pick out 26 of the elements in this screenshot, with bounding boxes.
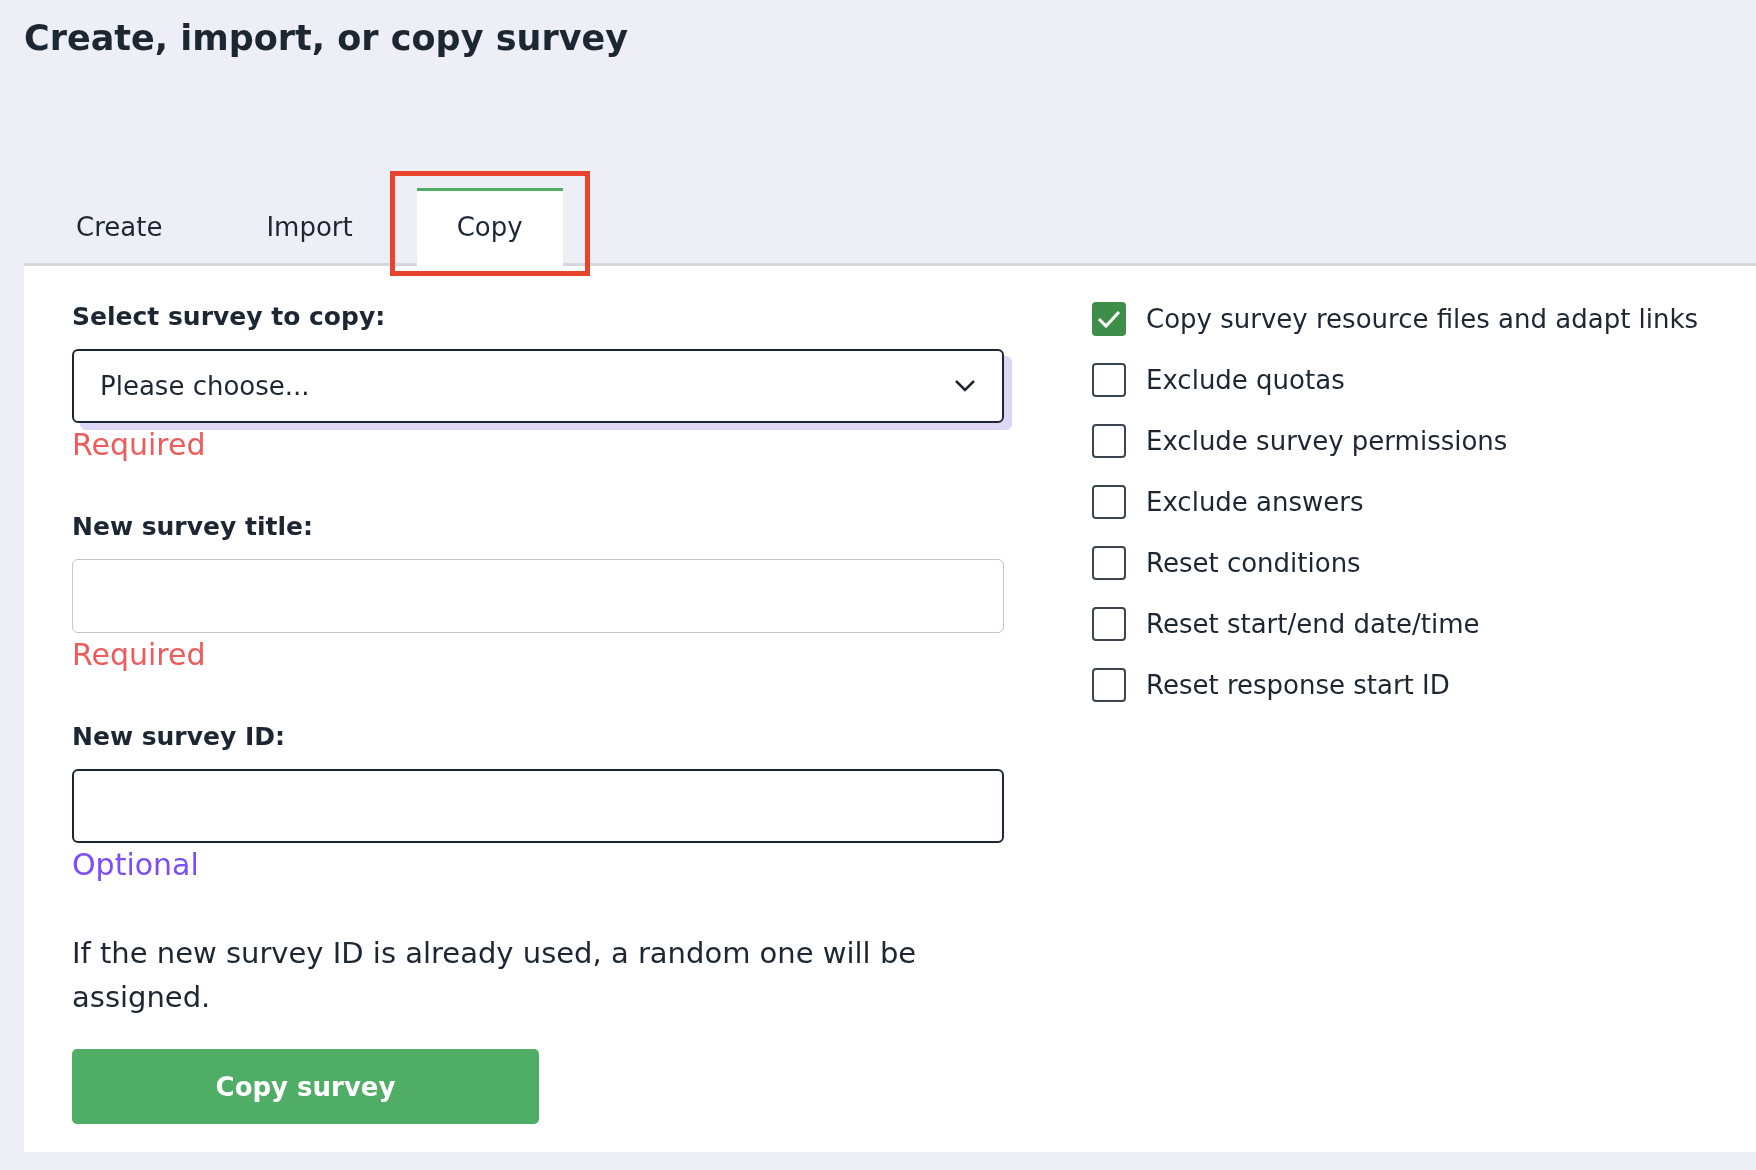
option-label: Exclude survey permissions xyxy=(1146,426,1508,456)
chevron-down-icon xyxy=(954,379,976,393)
field-hint: Required xyxy=(72,427,207,462)
checkmark-icon xyxy=(1097,309,1121,329)
option-label: Copy survey resource files and adapt links xyxy=(1146,304,1699,334)
option-label: Reset start/end date/time xyxy=(1146,609,1480,639)
field-hint: Required xyxy=(72,637,207,672)
id-note: If the new survey ID is already used, a random one will be assigned. xyxy=(72,935,918,1016)
option-label: Reset response start ID xyxy=(1146,670,1450,700)
option-label: Exclude answers xyxy=(1146,487,1364,517)
field-label: New survey title: xyxy=(72,512,314,541)
checkbox[interactable] xyxy=(1092,546,1126,580)
checkbox[interactable] xyxy=(1092,607,1126,641)
option-label: Reset conditions xyxy=(1146,548,1361,578)
checkbox[interactable] xyxy=(1092,302,1126,336)
checkbox[interactable] xyxy=(1092,668,1126,702)
checkbox[interactable] xyxy=(1092,485,1126,519)
input-field[interactable] xyxy=(72,769,1004,843)
field-hint: Optional xyxy=(72,847,200,882)
tab[interactable]: Copy xyxy=(416,188,563,266)
checkbox[interactable] xyxy=(1092,424,1126,458)
field-label: Select survey to copy: xyxy=(72,302,387,331)
checkbox[interactable] xyxy=(1092,363,1126,397)
page-title: Create, import, or copy survey xyxy=(24,18,629,58)
field-label: New survey ID: xyxy=(72,722,286,751)
option-label: Exclude quotas xyxy=(1146,365,1345,395)
